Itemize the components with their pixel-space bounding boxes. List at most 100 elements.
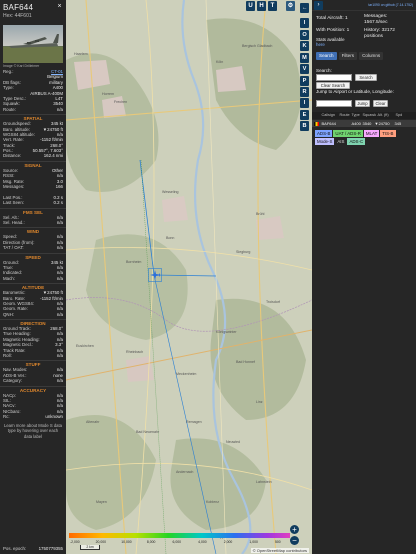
legend-chip: UAT / ADS-R	[333, 130, 363, 137]
place-label: Horrem	[102, 92, 114, 96]
with-position: With Position: 1	[316, 28, 350, 33]
data-row: Mach: n/a	[0, 276, 66, 281]
map-button-u[interactable]: U	[246, 1, 255, 11]
col-squawk[interactable]: Squawk	[361, 112, 377, 119]
history-positions: positions	[364, 34, 383, 39]
button-e[interactable]: E	[300, 110, 309, 120]
section-header-fms-sel[interactable]: FMS SEL	[0, 207, 66, 215]
data-row: Roll: n/a	[0, 353, 66, 358]
detail-key: Type:	[3, 85, 14, 91]
map-button-t[interactable]: T	[268, 1, 277, 11]
search-input[interactable]	[316, 74, 352, 81]
data-value: 162.4 nmi	[43, 153, 63, 159]
button-b[interactable]: B	[300, 121, 309, 131]
data-label[interactable]: Rc:	[3, 414, 10, 419]
section-header-speed[interactable]: SPEED	[0, 252, 66, 260]
clear-search-button[interactable]: Clear Search	[316, 82, 350, 89]
tab-filters[interactable]: Filters	[338, 52, 358, 60]
aircraft-photo[interactable]	[3, 25, 63, 63]
tab-columns[interactable]: Columns	[359, 52, 384, 60]
place-label: Brühl	[256, 212, 265, 216]
altitude-scale-label: 1,000	[249, 540, 258, 544]
altitude-scale-label: 20,000	[95, 540, 106, 544]
col-speed[interactable]: Spd	[394, 112, 404, 119]
collapse-sidebar-icon[interactable]: ›	[314, 1, 323, 10]
data-row: Category: n/a	[0, 378, 66, 383]
search-button[interactable]: Search	[355, 74, 377, 81]
button-i-2[interactable]: I	[300, 98, 309, 108]
section-header-stuff[interactable]: STUFF	[0, 360, 66, 367]
section-header-signal[interactable]: SIGNAL	[0, 160, 66, 168]
button-v[interactable]: V	[300, 64, 309, 74]
place-label: Andernach	[176, 470, 194, 474]
place-label: Haarlem	[74, 52, 88, 56]
altitude-scale-label: 8,000	[146, 540, 156, 544]
data-label[interactable]: TAT / OAT:	[3, 245, 24, 250]
aircraft-icon[interactable]	[148, 268, 162, 282]
close-icon[interactable]: ×	[56, 3, 63, 10]
stats-link[interactable]: here	[316, 42, 325, 48]
source-legend: ADS-B UAT / ADS-R MLAT TIS-B Mode-S AIS ADS-C	[315, 130, 413, 146]
button-o[interactable]: O	[300, 30, 309, 40]
map-control-bar: ← I O K M V P R I E B	[298, 0, 312, 554]
legend-chip: Mode-S	[315, 138, 335, 145]
col-route[interactable]: Route	[338, 112, 350, 119]
section-header-direction[interactable]: DIRECTION	[0, 319, 66, 326]
legend-chip: ADS-B	[315, 130, 333, 137]
collapse-arrow-icon[interactable]: ←	[300, 3, 309, 13]
button-m[interactable]: M	[300, 53, 309, 63]
place-label: Frechen	[114, 100, 128, 104]
tab-search[interactable]: Search	[316, 52, 337, 60]
map-button-h[interactable]: H	[257, 1, 266, 11]
data-label[interactable]: Distance:	[3, 153, 21, 158]
data-row: Distance: 162.4 nmi	[0, 153, 66, 158]
data-value: n/a	[56, 245, 63, 251]
button-r[interactable]: R	[300, 87, 309, 97]
place-label: Altenahr	[86, 420, 100, 424]
data-label[interactable]: Messages:	[3, 184, 24, 189]
sidebar-topline: › tar1090 on github (7.14.1752)	[312, 0, 416, 11]
row-squawk: 3540	[362, 121, 372, 126]
altitude-scale-label: 4,000	[198, 540, 207, 544]
button-p[interactable]: P	[300, 76, 309, 86]
data-label[interactable]: Last Seen:	[3, 200, 24, 205]
row-speed: 345	[394, 121, 402, 126]
place-label: Mayen	[96, 500, 107, 504]
altitude-scale-label: 500	[275, 540, 281, 544]
section-header-spatial[interactable]: SPATIAL	[0, 114, 66, 121]
data-value: n/a	[56, 311, 63, 317]
jump-label: Jump to Airport or Latitude, Longitude:	[316, 89, 394, 94]
clear-button[interactable]: Clear	[373, 100, 388, 107]
data-label[interactable]: QNH:	[3, 312, 14, 317]
button-i[interactable]: I	[300, 18, 309, 28]
data-row: TAT / OAT: n/a	[0, 245, 66, 250]
place-label: Troisdorf	[266, 300, 281, 304]
data-row: Sel. Head.: n/a	[0, 220, 66, 225]
button-k[interactable]: K	[300, 41, 309, 51]
table-row[interactable]: BAF644 A400 3540 ▼24750 345	[312, 120, 416, 127]
jump-button[interactable]: Jump	[355, 100, 370, 107]
col-altitude[interactable]: Alt. (ft)	[376, 112, 394, 119]
row-type: A400	[351, 121, 361, 126]
detail-row: Route: n/a	[0, 107, 66, 112]
section-header-wind[interactable]: WIND	[0, 227, 66, 234]
history-count: History: 32172	[364, 28, 395, 33]
aircraft-header: BAF644 Hex: 44F601 ×	[0, 0, 66, 21]
section-header-accuracy[interactable]: ACCURACY	[0, 385, 66, 393]
data-label[interactable]: Mach:	[3, 276, 15, 281]
data-label[interactable]: Category:	[3, 378, 22, 383]
jump-input[interactable]	[316, 100, 352, 107]
data-label[interactable]: Roll:	[3, 353, 12, 358]
version-link[interactable]: tar1090 on github (7.14.1752)	[368, 3, 413, 7]
callsign-title: BAF644	[3, 3, 34, 12]
section-header-altitude[interactable]: ALTITUDE	[0, 283, 66, 290]
altitude-color-scale	[69, 533, 290, 538]
settings-gear-icon[interactable]: ⚙	[286, 1, 295, 11]
col-type[interactable]: Type	[350, 112, 361, 119]
altitude-scale-label: 10,000	[121, 540, 132, 544]
data-label[interactable]: Sel. Head.:	[3, 220, 25, 225]
place-label: Rheinbach	[126, 350, 144, 354]
messages-label: Messages:	[364, 14, 388, 19]
col-callsign[interactable]: Callsign	[320, 112, 338, 119]
map-view[interactable]: Haarlem Horrem Frechen Köln Bergisch Gladbac…	[66, 0, 312, 554]
